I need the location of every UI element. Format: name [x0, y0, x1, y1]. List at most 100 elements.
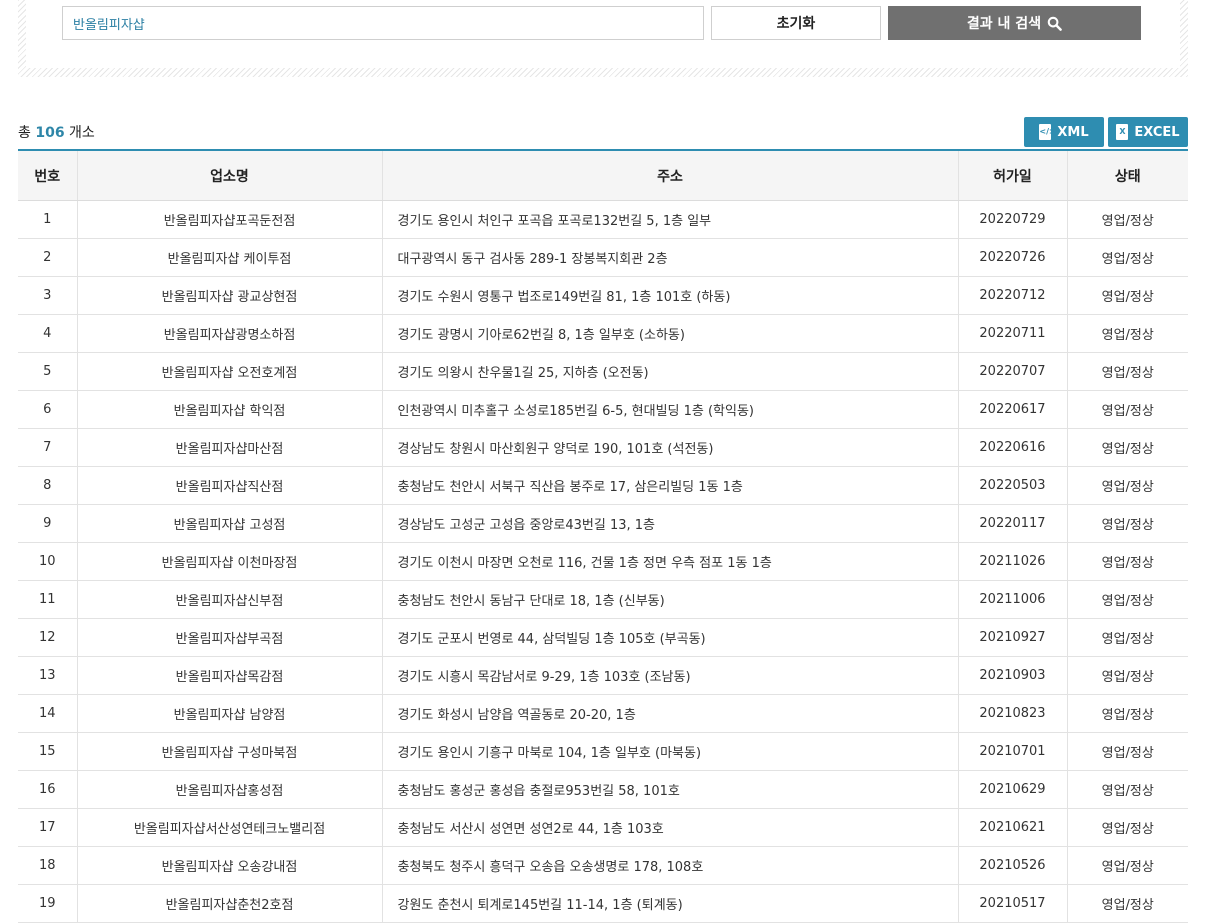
cell-business-name[interactable]: 반올림피자샵 광교상현점 [76, 276, 382, 315]
cell-business-name[interactable]: 반올림피자샵 오전호계점 [76, 352, 382, 391]
cell-status: 영업/정상 [1066, 352, 1188, 391]
search-bar: 초기화 결과 내 검색 [26, 0, 1180, 68]
table-row[interactable]: 17 반올림피자샵서산성연테크노밸리점 충청남도 서산시 성연면 성연2로 44, … [18, 808, 1188, 847]
cell-address: 충청남도 서산시 성연면 성연2로 44, 1층 103호 [381, 808, 958, 847]
cell-number: 1 [18, 200, 77, 239]
cell-permit-date: 20220503 [957, 466, 1067, 505]
cell-number: 11 [18, 580, 77, 619]
table-row[interactable]: 5 반올림피자샵 오전호계점 경기도 의왕시 찬우물1길 25, 지하층 (오전동)… [18, 352, 1188, 391]
table-row[interactable]: 1 반올림피자샵포곡둔전점 경기도 용인시 처인구 포곡읍 포곡로132번길 5, … [18, 200, 1188, 239]
xml-file-icon: </> [1039, 124, 1056, 140]
table-row[interactable]: 15 반올림피자샵 구성마북점 경기도 용인시 기흥구 마북로 104, 1층 일부… [18, 732, 1188, 771]
excel-download-label: EXCEL [1134, 124, 1180, 140]
table-row[interactable]: 19 반올림피자샵춘천2호점 강원도 춘천시 퇴계로145번길 11-14, 1층 … [18, 884, 1188, 923]
cell-permit-date: 20220707 [957, 352, 1067, 391]
table-row[interactable]: 12 반올림피자샵부곡점 경기도 군포시 번영로 44, 삼덕빌딩 1층 105호 … [18, 618, 1188, 657]
cell-permit-date: 20220617 [957, 390, 1067, 429]
search-input[interactable] [62, 6, 704, 40]
table-row[interactable]: 8 반올림피자샵직산점 충청남도 천안시 서북구 직산읍 봉주로 17, 삼은리빌딩… [18, 466, 1188, 505]
cell-business-name[interactable]: 반올림피자샵직산점 [76, 466, 382, 505]
cell-address: 경상남도 고성군 고성읍 중앙로43번길 13, 1층 [381, 504, 958, 543]
cell-permit-date: 20210517 [957, 884, 1067, 923]
search-icon [1047, 16, 1062, 31]
table-row[interactable]: 3 반올림피자샵 광교상현점 경기도 수원시 영통구 법조로149번길 81, 1층… [18, 276, 1188, 315]
result-count-number: 106 [35, 125, 65, 141]
cell-status: 영업/정상 [1066, 504, 1188, 543]
cell-address: 경기도 수원시 영통구 법조로149번길 81, 1층 101호 (하동) [381, 276, 958, 315]
table-row[interactable]: 16 반올림피자샵홍성점 충청남도 홍성군 홍성읍 충절로953번길 58, 101… [18, 770, 1188, 809]
reset-button[interactable]: 초기화 [711, 6, 881, 40]
table-header-row: 번호 업소명 주소 허가일 상태 [18, 150, 1188, 201]
cell-number: 15 [18, 732, 77, 771]
cell-business-name[interactable]: 반올림피자샵마산점 [76, 428, 382, 467]
cell-address: 경기도 시흥시 목감남서로 9-29, 1층 103호 (조남동) [381, 656, 958, 695]
table-row[interactable]: 13 반올림피자샵목감점 경기도 시흥시 목감남서로 9-29, 1층 103호 (… [18, 656, 1188, 695]
results-table-body: 1 반올림피자샵포곡둔전점 경기도 용인시 처인구 포곡읍 포곡로132번길 5, … [18, 200, 1188, 923]
cell-status: 영업/정상 [1066, 466, 1188, 505]
cell-number: 5 [18, 352, 77, 391]
table-row[interactable]: 9 반올림피자샵 고성점 경상남도 고성군 고성읍 중앙로43번길 13, 1층 20… [18, 504, 1188, 543]
cell-permit-date: 20211026 [957, 542, 1067, 581]
search-within-results-button[interactable]: 결과 내 검색 [888, 6, 1141, 40]
table-row[interactable]: 2 반올림피자샵 케이투점 대구광역시 동구 검사동 289-1 장봉복지회관 2층… [18, 238, 1188, 277]
cell-permit-date: 20210621 [957, 808, 1067, 847]
cell-status: 영업/정상 [1066, 542, 1188, 581]
cell-business-name[interactable]: 반올림피자샵홍성점 [76, 770, 382, 809]
results-table: 번호 업소명 주소 허가일 상태 1 반올림피자샵포곡둔전점 경기도 용인시 처인구… [18, 149, 1188, 923]
cell-business-name[interactable]: 반올림피자샵 남양점 [76, 694, 382, 733]
header-number: 번호 [18, 150, 77, 201]
cell-business-name[interactable]: 반올림피자샵부곡점 [76, 618, 382, 657]
search-button-label: 결과 내 검색 [966, 16, 1042, 32]
cell-permit-date: 20220729 [957, 200, 1067, 239]
cell-status: 영업/정상 [1066, 238, 1188, 277]
cell-status: 영업/정상 [1066, 694, 1188, 733]
cell-business-name[interactable]: 반올림피자샵 고성점 [76, 504, 382, 543]
cell-status: 영업/정상 [1066, 428, 1188, 467]
table-row[interactable]: 10 반올림피자샵 이천마장점 경기도 이천시 마장면 오천로 116, 건물 1층… [18, 542, 1188, 581]
cell-business-name[interactable]: 반올림피자샵서산성연테크노밸리점 [76, 808, 382, 847]
table-row[interactable]: 6 반올림피자샵 학익점 인천광역시 미추홀구 소성로185번길 6-5, 현대빌딩… [18, 390, 1188, 429]
cell-number: 8 [18, 466, 77, 505]
cell-business-name[interactable]: 반올림피자샵포곡둔전점 [76, 200, 382, 239]
cell-business-name[interactable]: 반올림피자샵신부점 [76, 580, 382, 619]
table-row[interactable]: 7 반올림피자샵마산점 경상남도 창원시 마산회원구 양덕로 190, 101호 (… [18, 428, 1188, 467]
cell-number: 12 [18, 618, 77, 657]
result-count-suffix: 개소 [69, 125, 95, 141]
cell-status: 영업/정상 [1066, 808, 1188, 847]
cell-business-name[interactable]: 반올림피자샵 이천마장점 [76, 542, 382, 581]
cell-number: 16 [18, 770, 77, 809]
cell-address: 인천광역시 미추홀구 소성로185번길 6-5, 현대빌딩 1층 (학익동) [381, 390, 958, 429]
cell-address: 경기도 군포시 번영로 44, 삼덕빌딩 1층 105호 (부곡동) [381, 618, 958, 657]
table-row[interactable]: 4 반올림피자샵광명소하점 경기도 광명시 기아로62번길 8, 1층 일부호 (소… [18, 314, 1188, 353]
cell-status: 영업/정상 [1066, 770, 1188, 809]
cell-business-name[interactable]: 반올림피자샵광명소하점 [76, 314, 382, 353]
cell-business-name[interactable]: 반올림피자샵 학익점 [76, 390, 382, 429]
cell-business-name[interactable]: 반올림피자샵목감점 [76, 656, 382, 695]
cell-permit-date: 20220616 [957, 428, 1067, 467]
cell-permit-date: 20211006 [957, 580, 1067, 619]
cell-business-name[interactable]: 반올림피자샵춘천2호점 [76, 884, 382, 923]
cell-number: 3 [18, 276, 77, 315]
cell-address: 경기도 용인시 기흥구 마북로 104, 1층 일부호 (마북동) [381, 732, 958, 771]
result-count-prefix: 총 [18, 125, 31, 141]
cell-status: 영업/정상 [1066, 200, 1188, 239]
cell-number: 9 [18, 504, 77, 543]
table-row[interactable]: 11 반올림피자샵신부점 충청남도 천안시 동남구 단대로 18, 1층 (신부동)… [18, 580, 1188, 619]
cell-address: 경기도 이천시 마장면 오천로 116, 건물 1층 정면 우측 점포 1동 1… [381, 542, 958, 581]
cell-address: 경기도 화성시 남양읍 역골동로 20-20, 1층 [381, 694, 958, 733]
excel-download-button[interactable]: X EXCEL [1108, 117, 1188, 147]
cell-business-name[interactable]: 반올림피자샵 구성마북점 [76, 732, 382, 771]
xml-download-button[interactable]: </> XML [1024, 117, 1104, 147]
search-panel: 초기화 결과 내 검색 [18, 0, 1188, 77]
cell-number: 13 [18, 656, 77, 695]
table-row[interactable]: 14 반올림피자샵 남양점 경기도 화성시 남양읍 역골동로 20-20, 1층 20… [18, 694, 1188, 733]
cell-permit-date: 20220711 [957, 314, 1067, 353]
header-permit-date: 허가일 [957, 150, 1067, 201]
cell-permit-date: 20210927 [957, 618, 1067, 657]
cell-permit-date: 20210629 [957, 770, 1067, 809]
cell-address: 충청남도 천안시 서북구 직산읍 봉주로 17, 삼은리빌딩 1동 1층 [381, 466, 958, 505]
cell-permit-date: 20220726 [957, 238, 1067, 277]
cell-address: 경기도 광명시 기아로62번길 8, 1층 일부호 (소하동) [381, 314, 958, 353]
cell-business-name[interactable]: 반올림피자샵 케이투점 [76, 238, 382, 277]
cell-address: 경기도 용인시 처인구 포곡읍 포곡로132번길 5, 1층 일부 [381, 200, 958, 239]
